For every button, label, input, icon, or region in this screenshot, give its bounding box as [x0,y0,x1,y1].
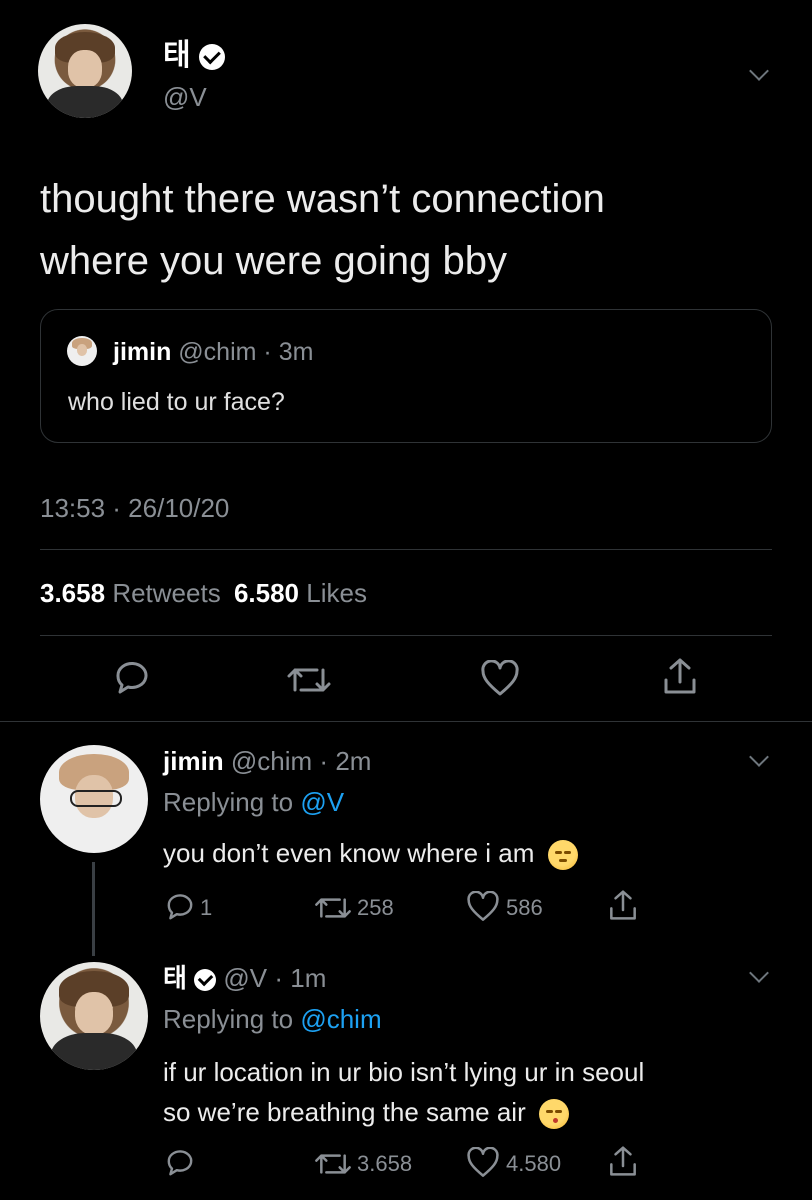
reply-display-name[interactable]: jimin [163,746,224,776]
author-name-row: 태 [163,40,225,72]
replying-to-handle[interactable]: @V [300,787,344,817]
divider [40,635,772,636]
reply-time: 2m [335,746,372,776]
dot-separator: · [256,338,279,366]
reply-text: you don’t even know where i am [163,836,578,871]
quoted-time: 3m [278,338,314,366]
tweet-text-line: where you were going bby [40,239,507,283]
retweets-count[interactable]: 3.658 [40,578,105,608]
quoted-avatar [67,336,97,366]
author-handle[interactable]: @V [163,82,207,113]
verified-badge-icon [198,44,225,71]
reply-handle[interactable]: @V [223,963,267,993]
reply-text-content: you don’t even know where i am [163,838,535,868]
reply-icon[interactable] [164,1148,196,1178]
author-display-name[interactable]: 태 [163,39,191,72]
replying-to: Replying to @V [163,787,344,818]
reply-text-line: so we’re breathing the same air [163,1092,644,1132]
tweet-text-line: thought there wasn’t connection [40,177,605,221]
quoted-handle: @chim [178,338,257,366]
retweet-icon[interactable] [313,893,353,923]
avatar-jimin[interactable] [40,745,148,853]
tweet-text: thought there wasn’t connection where yo… [40,168,605,292]
like-icon[interactable] [466,891,500,923]
chevron-down-icon[interactable] [749,61,769,81]
divider [40,549,772,550]
retweet-count: 258 [357,895,394,920]
reply-icon[interactable] [164,892,196,922]
unamused-face-icon [547,840,578,871]
avatar-v[interactable] [38,24,132,118]
dot-separator: · [267,963,291,993]
reply-icon[interactable] [112,660,152,696]
avatar-v[interactable] [40,962,148,1070]
reply-handle[interactable]: @chim [231,746,312,776]
retweets-label[interactable]: Retweets [112,578,220,608]
reply-text-content: so we’re breathing the same air [163,1097,526,1127]
replying-to-handle[interactable]: @chim [300,1004,381,1034]
retweet-count: 3.658 [357,1151,413,1176]
like-icon[interactable] [480,660,520,698]
replying-to-label: Replying to [163,1004,294,1034]
kissing-face-icon [538,1099,569,1130]
reply-header: jimin @chim · 2m [163,745,371,777]
like-count: 4.580 [506,1151,562,1176]
reply-header: 태 @V · 1m [163,962,326,994]
reply-display-name[interactable]: 태 [163,963,187,993]
reply-text: if ur location in ur bio isn’t lying ur … [163,1052,644,1132]
tweet-timestamp: 13:53 · 26/10/20 [40,493,230,523]
likes-label[interactable]: Likes [306,578,367,608]
share-icon[interactable] [608,1144,638,1178]
replying-to-label: Replying to [163,787,294,817]
retweet-icon[interactable] [313,1149,353,1179]
reply-time: 1m [290,963,327,993]
like-count: 586 [506,895,543,920]
chevron-down-icon[interactable] [749,747,769,767]
share-icon[interactable] [608,888,638,922]
thread-line [92,862,95,956]
quoted-header: jimin @chim · 3m [113,336,313,368]
quoted-tweet-card[interactable]: jimin @chim · 3m who lied to ur face? [40,309,772,443]
replying-to: Replying to @chim [163,1004,382,1035]
reply-count: 1 [200,895,213,920]
like-icon[interactable] [466,1147,500,1179]
retweet-icon[interactable] [285,662,333,698]
share-icon[interactable] [662,656,698,696]
likes-count[interactable]: 6.580 [234,578,299,608]
quoted-text: who lied to ur face? [68,388,285,416]
divider [0,721,812,722]
dot-separator: · [312,746,336,776]
engagement-stats: 3.658 Retweets 6.580 Likes [40,578,367,609]
chevron-down-icon[interactable] [749,963,769,983]
quoted-display-name: jimin [113,338,172,366]
verified-badge-icon [194,969,217,992]
reply-text-line: if ur location in ur bio isn’t lying ur … [163,1057,645,1087]
